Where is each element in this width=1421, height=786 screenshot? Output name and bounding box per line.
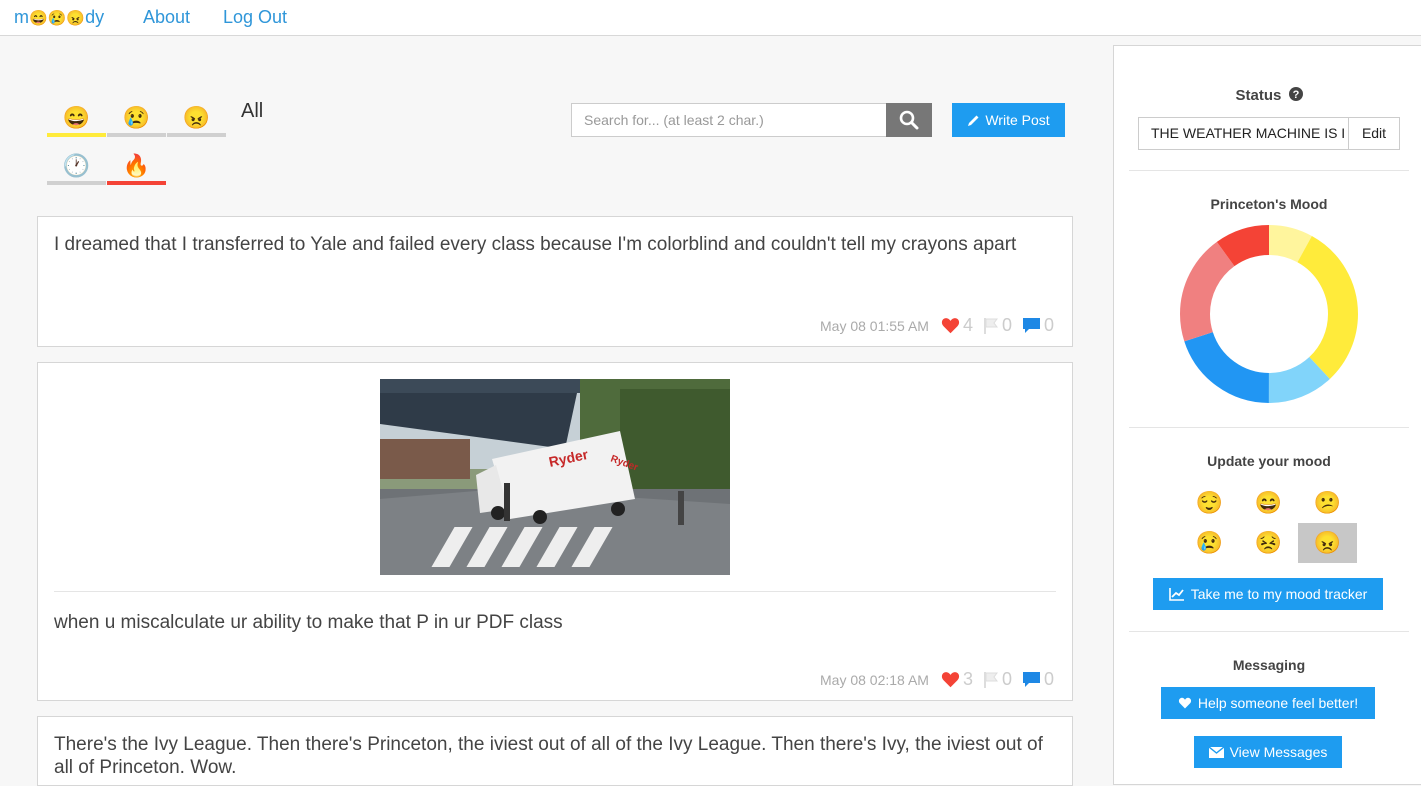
help-someone-button[interactable]: Help someone feel better! bbox=[1161, 687, 1375, 719]
flag-icon[interactable] bbox=[983, 317, 999, 335]
angry-emoji-icon: 😠 bbox=[182, 105, 211, 130]
happy-emoji-icon: 😄 bbox=[62, 105, 91, 130]
mood-tracker-label: Take me to my mood tracker bbox=[1190, 586, 1368, 602]
post-divider bbox=[54, 591, 1056, 592]
relieved-emoji-icon: 😌 bbox=[1195, 490, 1224, 515]
edit-status-button[interactable]: Edit bbox=[1348, 117, 1400, 150]
brand-dy: dy bbox=[85, 7, 105, 27]
flag-icon[interactable] bbox=[983, 671, 999, 689]
stressed-emoji-icon: 😣 bbox=[1254, 530, 1283, 555]
flag-count: 0 bbox=[1001, 315, 1012, 335]
mood-angry-button[interactable]: 😠 bbox=[1298, 523, 1357, 563]
heart-count: 4 bbox=[962, 315, 973, 335]
envelope-icon bbox=[1208, 746, 1224, 758]
status-title: Status bbox=[1235, 87, 1282, 104]
line-chart-icon bbox=[1168, 588, 1184, 601]
brand-happy-emoji-icon: 😄 bbox=[29, 10, 48, 27]
write-post-label: Write Post bbox=[985, 112, 1050, 128]
pencil-icon bbox=[968, 115, 979, 126]
mood-donut-chart bbox=[1180, 225, 1358, 403]
heart-count: 3 bbox=[962, 669, 973, 689]
post-card: I dreamed that I transferred to Yale and… bbox=[37, 216, 1073, 347]
filter-angry-tab[interactable]: 😠 bbox=[167, 103, 226, 137]
comment-icon[interactable] bbox=[1022, 317, 1041, 335]
heart-icon[interactable] bbox=[941, 317, 960, 334]
mood-relieved-button[interactable]: 😌 bbox=[1180, 483, 1239, 523]
mood-stressed-button[interactable]: 😣 bbox=[1239, 523, 1298, 563]
search-input[interactable] bbox=[571, 103, 886, 137]
heart-icon[interactable] bbox=[941, 671, 960, 688]
filter-sad-underline bbox=[107, 133, 166, 137]
help-someone-label: Help someone feel better! bbox=[1197, 695, 1359, 711]
sort-recent-underline bbox=[47, 181, 106, 185]
post-meta: May 08 01:55 AM 4 0 0 bbox=[820, 315, 1054, 336]
view-messages-label: View Messages bbox=[1229, 744, 1328, 760]
angry-emoji-icon: 😠 bbox=[1313, 530, 1342, 555]
nav-logout-link[interactable]: Log Out bbox=[223, 7, 287, 28]
search-icon bbox=[899, 110, 919, 130]
brand-logo[interactable]: m😄😢😠dy bbox=[14, 7, 104, 28]
post-timestamp: May 08 02:18 AM bbox=[820, 671, 929, 688]
post-card: There's the Ivy League. Then there's Pri… bbox=[37, 716, 1073, 786]
comment-count: 0 bbox=[1043, 669, 1054, 689]
filter-happy-underline bbox=[47, 133, 106, 137]
mood-confused-button[interactable]: 😕 bbox=[1298, 483, 1357, 523]
brand-sad-emoji-icon: 😢 bbox=[47, 10, 67, 27]
write-post-button[interactable]: Write Post bbox=[952, 103, 1065, 137]
sort-hot-tab[interactable]: 🔥 bbox=[107, 151, 166, 185]
svg-text:?: ? bbox=[1292, 89, 1299, 101]
clock-icon: 🕐 bbox=[62, 153, 91, 178]
post-text: There's the Ivy League. Then there's Pri… bbox=[54, 734, 1043, 778]
heart-icon bbox=[1178, 697, 1191, 709]
post-timestamp: May 08 01:55 AM bbox=[820, 317, 929, 334]
divider bbox=[1129, 427, 1409, 428]
mood-sad-button[interactable]: 😢 bbox=[1180, 523, 1239, 563]
happy-emoji-icon: 😄 bbox=[1254, 490, 1283, 515]
flag-count: 0 bbox=[1001, 669, 1012, 689]
brand-angry-emoji-icon: 😠 bbox=[66, 10, 86, 27]
post-text: when u miscalculate ur ability to make t… bbox=[54, 612, 563, 633]
brand-m: m bbox=[14, 7, 29, 27]
post-text: I dreamed that I transferred to Yale and… bbox=[54, 234, 1017, 255]
filter-happy-tab[interactable]: 😄 bbox=[47, 103, 106, 137]
comment-count: 0 bbox=[1043, 315, 1054, 335]
help-icon[interactable]: ? bbox=[1288, 87, 1303, 101]
sort-hot-underline bbox=[107, 181, 166, 185]
sad-emoji-icon: 😢 bbox=[1195, 530, 1224, 555]
post-card: Ryder Ryder when u miscalculate ur abili… bbox=[37, 362, 1073, 701]
filter-all-tab[interactable]: All bbox=[241, 100, 263, 123]
nav-about-link[interactable]: About bbox=[143, 7, 190, 28]
post-image[interactable]: Ryder Ryder bbox=[380, 379, 730, 575]
sort-recent-tab[interactable]: 🕐 bbox=[47, 151, 106, 185]
confused-emoji-icon: 😕 bbox=[1313, 490, 1342, 515]
view-messages-button[interactable]: View Messages bbox=[1194, 736, 1342, 768]
divider bbox=[1129, 631, 1409, 632]
sidebar: Status ? THE WEATHER MACHINE IS I Edit P… bbox=[1113, 45, 1421, 785]
fire-icon: 🔥 bbox=[122, 153, 151, 178]
filter-angry-underline bbox=[167, 133, 226, 137]
sad-emoji-icon: 😢 bbox=[122, 105, 151, 130]
status-heading: Status ? bbox=[1114, 87, 1421, 104]
search-button[interactable] bbox=[886, 103, 932, 137]
mood-happy-button[interactable]: 😄 bbox=[1239, 483, 1298, 523]
mood-chart-title: Princeton's Mood bbox=[1210, 196, 1328, 212]
comment-icon[interactable] bbox=[1022, 671, 1041, 689]
post-meta: May 08 02:18 AM 3 0 0 bbox=[820, 669, 1054, 690]
top-navbar: m😄😢😠dy About Log Out bbox=[0, 0, 1421, 36]
mood-tracker-button[interactable]: Take me to my mood tracker bbox=[1153, 578, 1383, 610]
filter-sad-tab[interactable]: 😢 bbox=[107, 103, 166, 137]
update-mood-title: Update your mood bbox=[1207, 453, 1331, 469]
status-field[interactable]: THE WEATHER MACHINE IS I bbox=[1138, 117, 1349, 150]
messaging-title: Messaging bbox=[1232, 657, 1306, 673]
divider bbox=[1129, 170, 1409, 171]
